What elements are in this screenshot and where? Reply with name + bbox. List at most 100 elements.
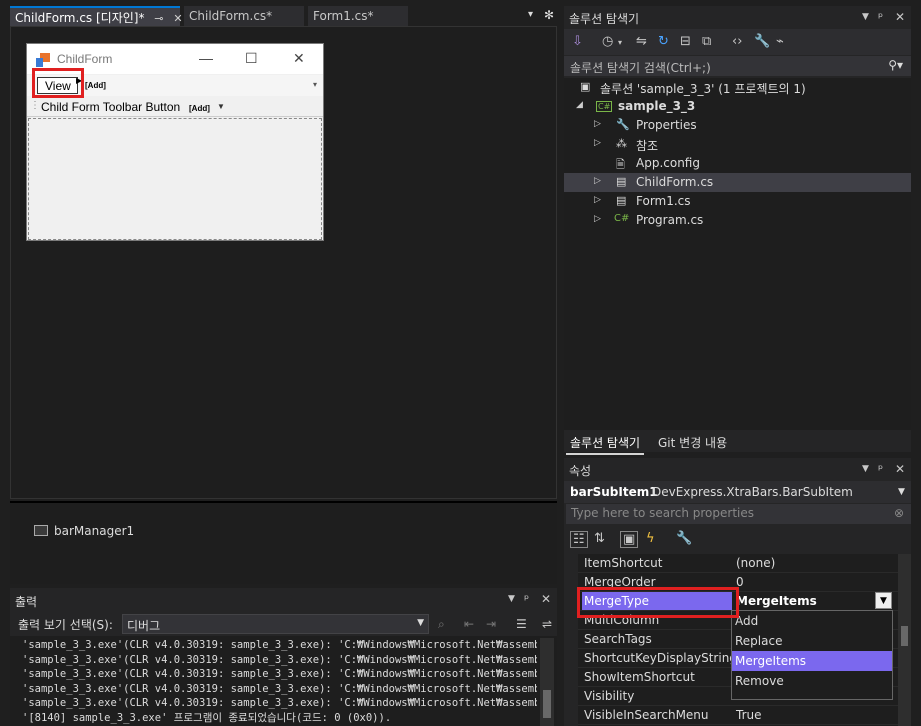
dropdown-option-replace[interactable]: Replace xyxy=(732,631,892,651)
find-message-icon[interactable]: ⌕ xyxy=(438,617,445,632)
refresh-icon[interactable]: ↻ xyxy=(658,34,669,49)
child-form-toolbar-button[interactable]: Child Form Toolbar Button xyxy=(41,100,180,114)
minimize-icon[interactable]: — xyxy=(199,50,213,66)
object-selector[interactable]: barSubItem1 DevExpress.XtraBars.BarSubIt… xyxy=(564,481,911,503)
switch-views-icon[interactable]: ⇩ xyxy=(572,34,583,49)
output-scrollbar[interactable] xyxy=(540,638,554,726)
tree-item-label: Properties xyxy=(636,118,697,132)
toolbar-grip-icon[interactable]: ⋮ xyxy=(30,100,40,111)
tab-solution-explorer[interactable]: 솔루션 탐색기 xyxy=(566,432,645,455)
scroll-thumb[interactable] xyxy=(543,690,551,718)
gear-icon[interactable]: ✻ xyxy=(544,8,554,22)
pin-icon[interactable]: ⊸ xyxy=(154,12,163,25)
prop-row[interactable]: ItemShortcut (none) xyxy=(578,554,911,573)
chevron-down-icon[interactable]: ▼ xyxy=(217,102,225,111)
form-app-icon xyxy=(36,53,50,67)
show-all-files-icon[interactable]: ⧉ xyxy=(702,34,711,49)
code-view-icon[interactable]: ‹› xyxy=(732,34,742,49)
chevron-down-icon[interactable]: ▼ xyxy=(862,464,869,474)
dropdown-option-mergeitems[interactable]: MergeItems xyxy=(732,651,892,671)
history-icon[interactable]: ◷ xyxy=(602,34,613,49)
output-source-select[interactable]: 디버그 ▼ xyxy=(122,614,429,634)
tree-item-form1[interactable]: ▷ ▤ Form1.cs xyxy=(564,192,911,211)
form-client-area[interactable] xyxy=(28,118,322,240)
bar-manager-component[interactable]: barManager1 xyxy=(54,524,134,538)
close-icon[interactable]: ✕ xyxy=(293,50,305,67)
expanded-arrow-icon[interactable]: ◢ xyxy=(576,100,583,110)
tree-item-childform[interactable]: ▷ ▤ ChildForm.cs xyxy=(564,173,911,192)
output-line: 'sample_3_3.exe'(CLR v4.0.30319: sample_… xyxy=(22,668,537,680)
next-message-icon[interactable]: ⇥ xyxy=(486,617,496,631)
maximize-icon[interactable]: ☐ xyxy=(245,50,258,67)
tree-item-references[interactable]: ▷ ⁂ 참조 xyxy=(564,135,911,154)
tab-childform-code[interactable]: ChildForm.cs* xyxy=(184,6,304,26)
properties-scrollbar[interactable] xyxy=(898,554,911,726)
chevron-down-icon: ▼ xyxy=(417,618,424,628)
pin-icon[interactable]: ᵖ xyxy=(878,10,883,24)
merge-type-dropdown-button[interactable]: ▼ xyxy=(875,592,892,609)
prop-name: ItemShortcut xyxy=(584,556,663,570)
properties-view-icon[interactable]: ▣ xyxy=(620,531,639,548)
tab-dropdown-icon[interactable]: ▾ xyxy=(528,9,533,20)
prev-message-icon[interactable]: ⇤ xyxy=(464,617,474,631)
clear-search-icon[interactable]: ⊗ xyxy=(894,506,904,520)
form-file-icon: ▤ xyxy=(616,175,627,188)
tab-childform-designer[interactable]: ChildForm.cs [디자인]* ⊸ ✕ xyxy=(10,6,183,26)
solution-explorer-title: 솔루션 탐색기 xyxy=(569,12,640,26)
collapsed-arrow-icon[interactable]: ▷ xyxy=(594,214,601,224)
prop-row[interactable]: VisibleInSearchMenu True xyxy=(578,706,911,725)
close-icon[interactable]: ✕ xyxy=(895,10,905,24)
add-menu-item-button[interactable]: [Add] xyxy=(85,81,106,90)
close-icon[interactable]: ✕ xyxy=(541,592,551,606)
tab-form1-code[interactable]: Form1.cs* xyxy=(308,6,408,26)
csharp-project-icon: C# xyxy=(596,101,613,112)
output-source-value: 디버그 xyxy=(127,619,161,633)
collapse-all-icon[interactable]: ⊟ xyxy=(680,34,691,49)
add-toolbar-item-button[interactable]: [Add] xyxy=(189,104,210,113)
properties-header: 속성 ▼ ᵖ ✕ xyxy=(564,458,911,480)
pin-icon[interactable]: ᵖ xyxy=(878,462,883,476)
output-panel: 출력 ▼ ᵖ ✕ 출력 보기 선택(S): 디버그 ▼ ⌕ ⇤ ⇥ ☰ ⇌ 's… xyxy=(10,588,557,726)
chevron-down-icon[interactable]: ▾ xyxy=(313,80,317,89)
chevron-down-icon[interactable]: ▼ xyxy=(508,594,515,604)
word-wrap-icon[interactable]: ⇌ xyxy=(542,617,552,631)
chevron-down-icon[interactable]: ▼ xyxy=(862,12,869,22)
solution-icon: ▣ xyxy=(580,80,591,93)
preview-icon[interactable]: ⌁ xyxy=(776,34,784,49)
pin-icon[interactable]: ᵖ xyxy=(524,592,529,606)
collapsed-arrow-icon[interactable]: ▷ xyxy=(594,195,601,205)
tree-item-label: 참조 xyxy=(636,139,659,153)
collapsed-arrow-icon[interactable]: ▷ xyxy=(594,119,601,129)
search-icon[interactable]: ⚲▾ xyxy=(888,58,903,72)
tree-item-program[interactable]: ▷ C# Program.cs xyxy=(564,211,911,230)
output-line: 'sample_3_3.exe'(CLR v4.0.30319: sample_… xyxy=(22,682,537,695)
properties-search-input[interactable]: Type here to search properties ⊗ xyxy=(566,504,911,524)
tree-item-properties[interactable]: ▷ 🔧 Properties xyxy=(564,116,911,135)
collapsed-arrow-icon[interactable]: ▷ xyxy=(594,176,601,186)
clear-all-icon[interactable]: ☰ xyxy=(516,617,527,631)
solution-search-input[interactable]: 솔루션 탐색기 검색(Ctrl+;) ⚲▾ xyxy=(564,56,911,76)
prop-value[interactable]: MergeItems xyxy=(736,594,817,608)
dropdown-option-remove[interactable]: Remove xyxy=(732,671,892,691)
project-node[interactable]: ◢ C# sample_3_3 xyxy=(564,97,911,116)
tree-item-label: App.config xyxy=(636,156,700,170)
tree-item-app-config[interactable]: 🗎 App.config xyxy=(564,154,911,173)
chevron-down-icon[interactable]: ▾ xyxy=(618,38,622,47)
dropdown-option-add[interactable]: Add xyxy=(732,611,892,631)
alphabetical-icon[interactable]: ⇅ xyxy=(594,531,605,546)
tree-item-label: ChildForm.cs xyxy=(636,175,714,189)
events-icon[interactable]: ϟ xyxy=(646,531,655,546)
scroll-thumb[interactable] xyxy=(901,626,908,646)
close-icon[interactable]: ✕ xyxy=(895,462,905,476)
close-icon[interactable]: ✕ xyxy=(173,12,182,25)
tab-git-changes[interactable]: Git 변경 내용 xyxy=(654,432,731,453)
sync-icon[interactable]: ⇋ xyxy=(636,34,647,49)
property-pages-icon[interactable]: 🔧 xyxy=(676,531,692,546)
output-text[interactable]: 'sample_3_3.exe'(CLR v4.0.30319: sample_… xyxy=(22,638,537,726)
collapsed-arrow-icon[interactable]: ▷ xyxy=(594,138,601,148)
chevron-down-icon: ▼ xyxy=(880,596,887,606)
categorized-icon[interactable]: ☷ xyxy=(570,531,588,548)
wrench-icon[interactable]: 🔧 xyxy=(754,34,770,49)
solution-node[interactable]: ▣ 솔루션 'sample_3_3' (1 프로젝트의 1) xyxy=(564,78,911,97)
tab-label: ChildForm.cs [디자인]* xyxy=(15,11,145,25)
